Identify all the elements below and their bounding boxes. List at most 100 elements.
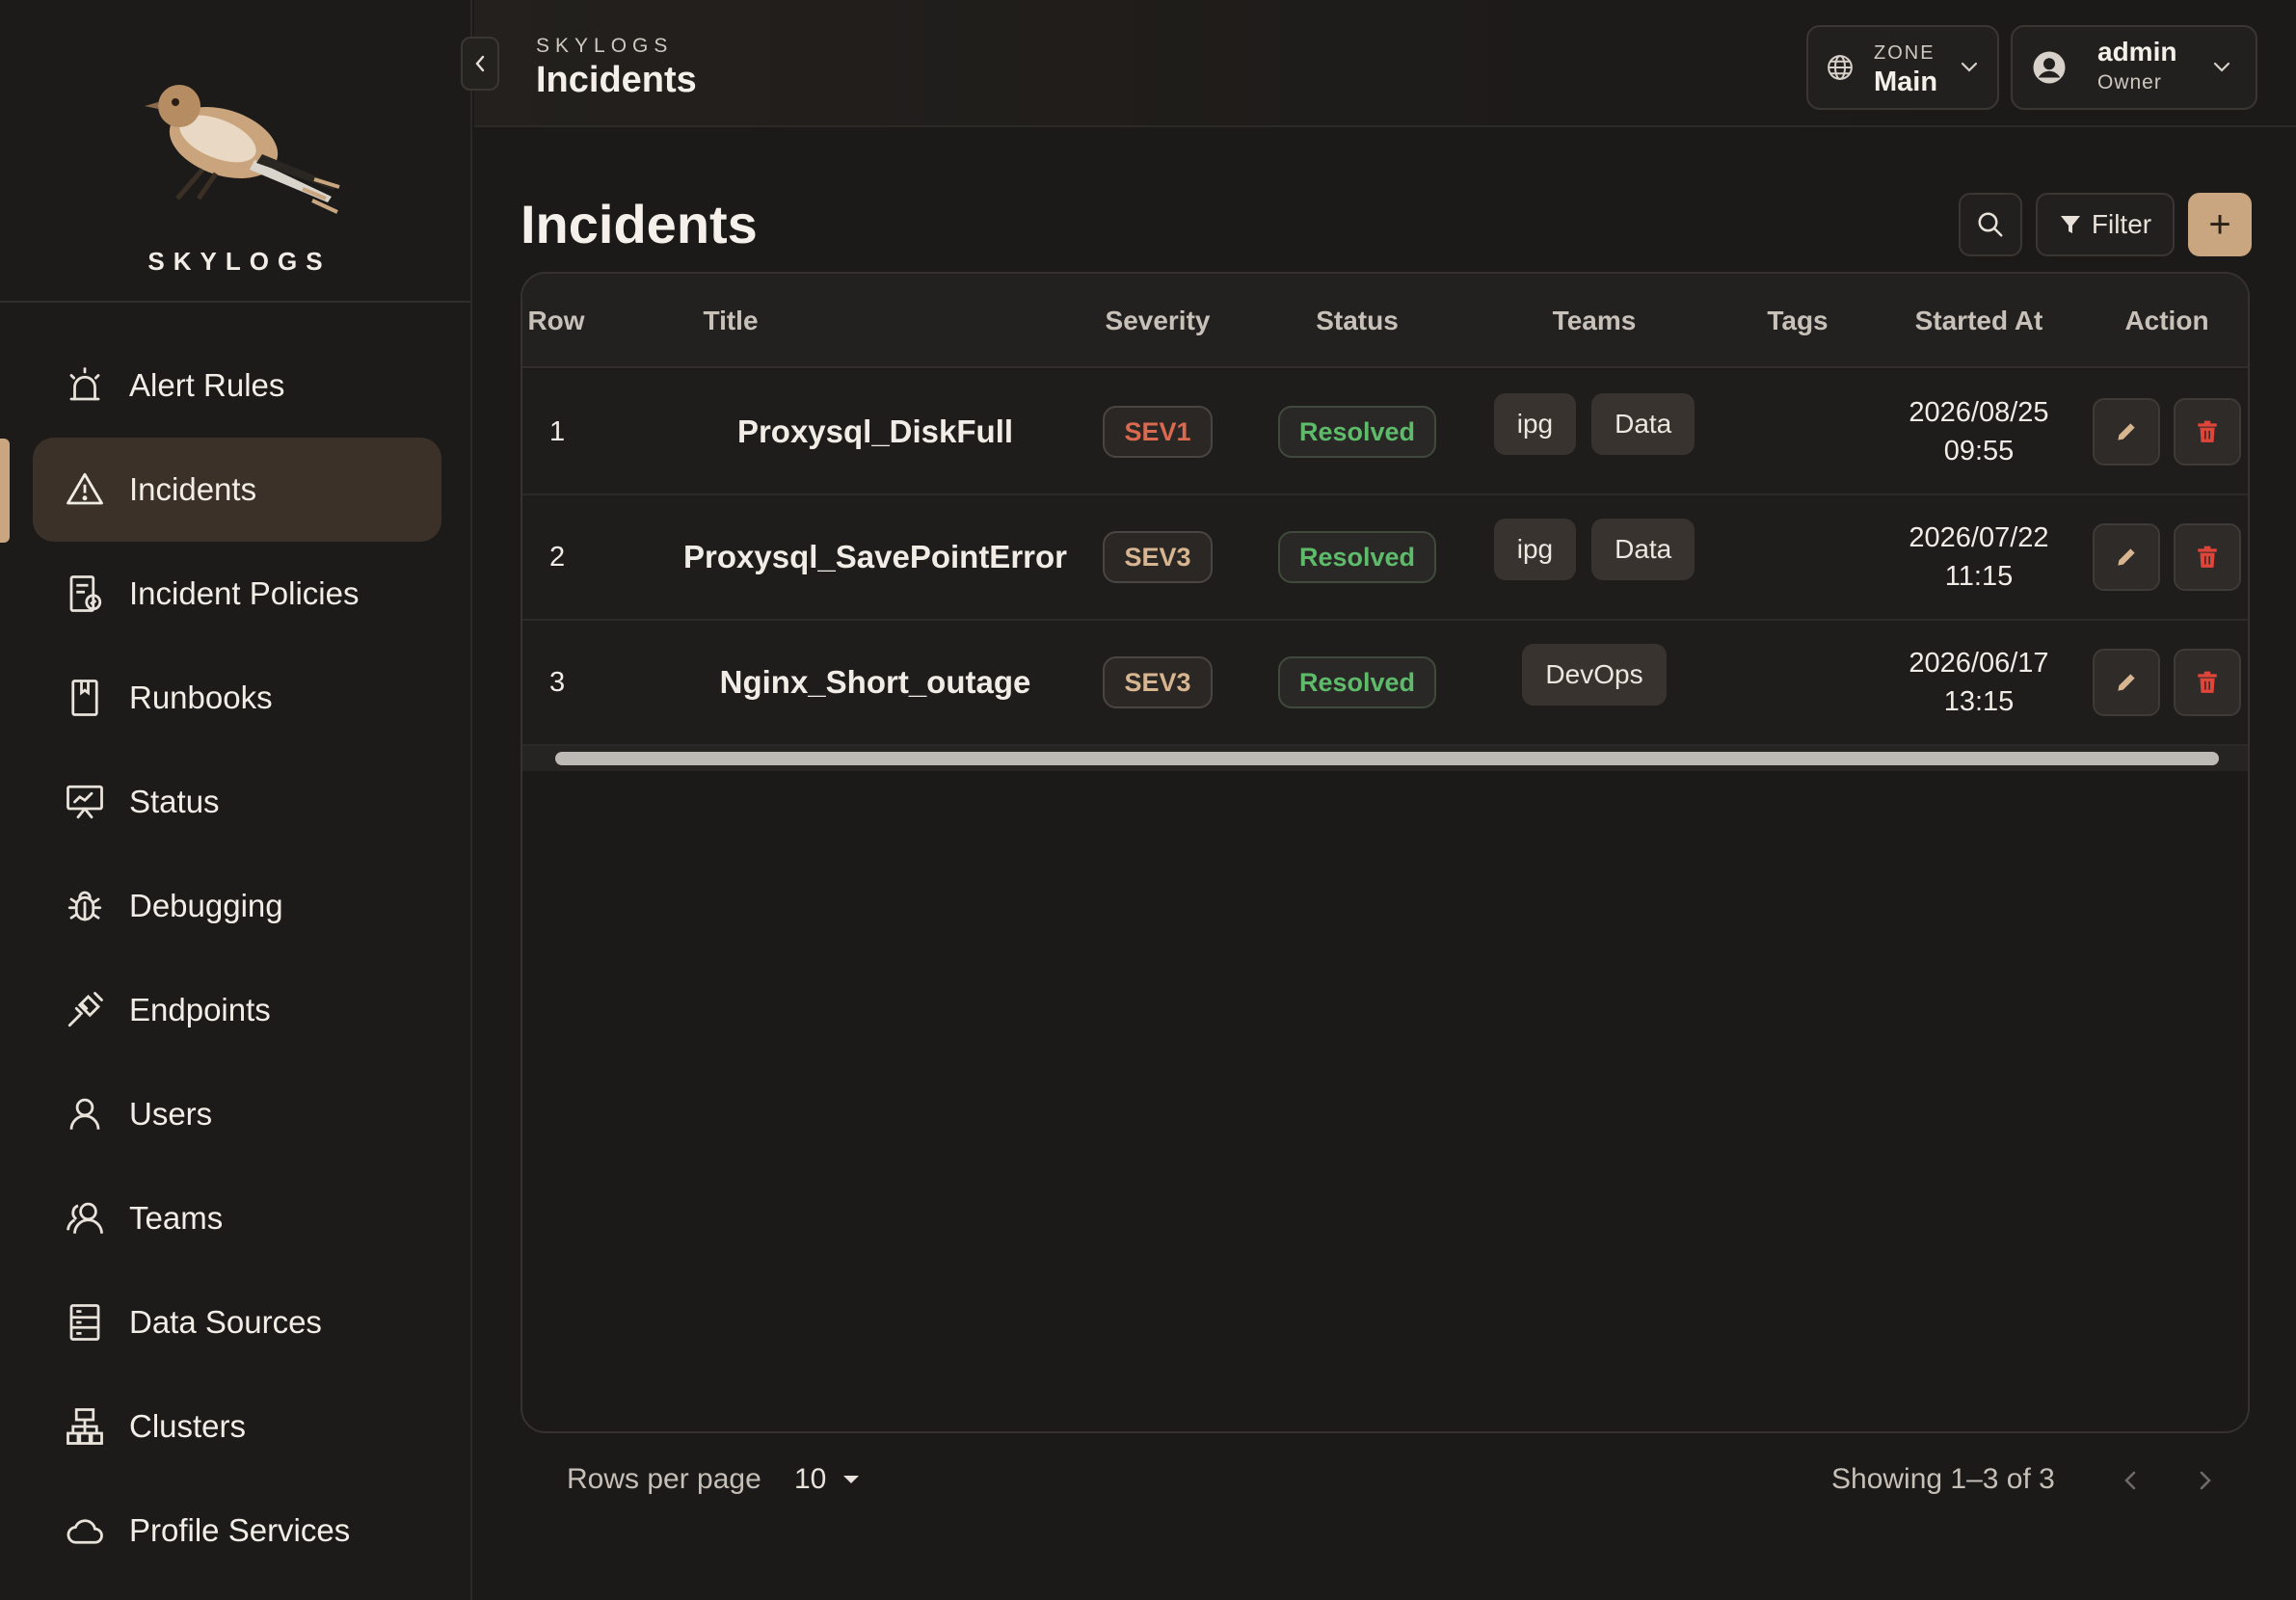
trash-icon (2198, 420, 2217, 442)
edit-button[interactable] (2093, 649, 2160, 716)
book-icon (64, 677, 106, 719)
sidebar-item-label: Status (129, 784, 220, 819)
sidebar-item-label: Incidents (129, 471, 257, 507)
started-date: 2026/07/22 (1909, 522, 2049, 553)
add-incident-button[interactable]: + (2188, 193, 2252, 256)
delete-button[interactable] (2174, 523, 2241, 591)
sidebar-item-clusters[interactable]: Clusters (33, 1374, 441, 1479)
pagination-summary: Showing 1–3 of 3 (1831, 1463, 2055, 1495)
incident-title[interactable]: Proxysql_DiskFull (619, 370, 1132, 493)
severity-cell: SEV3 (1068, 621, 1247, 744)
severity-cell: SEV3 (1068, 495, 1247, 619)
column-header-teams: Teams (1552, 306, 1637, 335)
search-button[interactable] (1959, 193, 2022, 256)
scrollbar-thumb[interactable] (555, 752, 2219, 765)
severity-badge: SEV3 (1103, 656, 1213, 708)
severity-cell: SEV1 (1068, 370, 1247, 493)
pencil-icon (2118, 423, 2135, 440)
action-cell (2084, 370, 2248, 493)
previous-page-button[interactable] (2111, 1461, 2149, 1500)
sidebar-item-debugging[interactable]: Debugging (33, 854, 441, 958)
sidebar-item-endpoints[interactable]: Endpoints (33, 958, 441, 1062)
sidebar-item-label: Runbooks (129, 680, 273, 715)
started-time: 11:15 (1944, 561, 2014, 592)
status-cell: Resolved (1261, 370, 1454, 493)
table-row[interactable]: 2 Proxysql_SavePointError SEV3 Resolved … (522, 495, 2248, 621)
pencil-icon (2118, 674, 2135, 691)
incidents-table: Row Title Severity Status Teams Tags Sta… (521, 272, 2250, 1433)
chevron-down-icon (1961, 62, 1978, 72)
started-at-cell: 2026/08/25 09:55 (1874, 370, 2084, 493)
zone-selector[interactable]: ZONE Main (1806, 25, 1999, 110)
column-header-tags: Tags (1767, 306, 1829, 335)
next-page-button[interactable] (2186, 1461, 2225, 1500)
chevron-down-icon (2214, 62, 2230, 72)
sidebar: SKYLOGS Alert Rules Incidents Incident P… (0, 0, 472, 1600)
filter-label: Filter (2091, 209, 2152, 239)
sidebar-item-label: Debugging (129, 888, 283, 923)
edit-button[interactable] (2093, 398, 2160, 466)
globe-icon (1828, 55, 1853, 80)
user-menu[interactable]: admin Owner (2011, 25, 2257, 110)
sidebar-item-label: Endpoints (129, 992, 271, 1027)
team-chip: Data (1591, 393, 1695, 455)
sidebar-item-incidents[interactable]: Incidents (33, 438, 441, 542)
chevron-left-icon (475, 55, 485, 72)
incident-title[interactable]: Proxysql_SavePointError (619, 495, 1132, 619)
header-title: Incidents (536, 60, 697, 100)
rows-per-page-value: 10 (794, 1463, 827, 1495)
avatar-icon (2033, 51, 2066, 84)
status-cell: Resolved (1261, 621, 1454, 744)
bug-icon (64, 885, 106, 927)
edit-button[interactable] (2093, 523, 2160, 591)
table-row[interactable]: 1 Proxysql_DiskFull SEV1 Resolved ipg Da… (522, 370, 2248, 495)
column-header-action: Action (2124, 306, 2209, 335)
row-number: 2 (549, 541, 566, 573)
delete-button[interactable] (2174, 649, 2241, 716)
sidebar-item-data-sources[interactable]: Data Sources (33, 1270, 441, 1374)
started-date: 2026/06/17 (1909, 648, 2049, 679)
filter-button[interactable]: Filter (2036, 193, 2175, 256)
collapse-sidebar-button[interactable] (461, 37, 499, 91)
delete-button[interactable] (2174, 398, 2241, 466)
rows-per-page-select[interactable]: 10 (794, 1463, 861, 1496)
team-chip: ipg (1493, 519, 1577, 580)
horizontal-scrollbar[interactable] (522, 746, 2248, 771)
warning-triangle-icon (64, 468, 106, 511)
tags-cell (1722, 495, 1874, 619)
status-cell: Resolved (1261, 495, 1454, 619)
brand: SKYLOGS (0, 0, 470, 303)
sidebar-item-teams[interactable]: Teams (33, 1166, 441, 1270)
sidebar-item-users[interactable]: Users (33, 1062, 441, 1166)
trash-icon (2198, 671, 2217, 693)
teams-cell: ipg Data (1467, 495, 1722, 619)
row-number: 1 (549, 415, 566, 447)
sidebar-item-runbooks[interactable]: Runbooks (33, 646, 441, 750)
bird-logo-icon (145, 85, 340, 214)
zone-label: ZONE (1874, 42, 1936, 64)
column-header-started-at: Started At (1914, 306, 2043, 335)
sidebar-item-status[interactable]: Status (33, 750, 441, 854)
alarm-icon (64, 364, 106, 407)
sidebar-item-alert-rules[interactable]: Alert Rules (33, 333, 441, 438)
tags-cell (1722, 621, 1874, 744)
sidebar-item-label: Teams (129, 1200, 224, 1236)
action-cell (2084, 621, 2248, 744)
status-badge: Resolved (1277, 406, 1437, 458)
team-icon (64, 1197, 106, 1240)
column-header-severity: Severity (1105, 306, 1211, 335)
column-header-status: Status (1316, 306, 1399, 335)
sidebar-item-profile-services[interactable]: Profile Services (33, 1479, 441, 1583)
table-row[interactable]: 3 Nginx_Short_outage SEV3 Resolved DevOp… (522, 621, 2248, 746)
sidebar-item-incident-policies[interactable]: Incident Policies (33, 542, 441, 646)
sidebar-item-label: Data Sources (129, 1304, 322, 1340)
caret-down-icon (843, 1476, 860, 1483)
cloud-icon (64, 1509, 106, 1552)
chevron-left-icon (2124, 1471, 2136, 1490)
plus-icon: + (2208, 202, 2231, 246)
sidebar-item-label: Alert Rules (129, 367, 285, 403)
incident-title[interactable]: Nginx_Short_outage (619, 621, 1132, 744)
user-role: Owner (2097, 71, 2162, 93)
tags-cell (1722, 370, 1874, 493)
plug-icon (64, 989, 106, 1031)
